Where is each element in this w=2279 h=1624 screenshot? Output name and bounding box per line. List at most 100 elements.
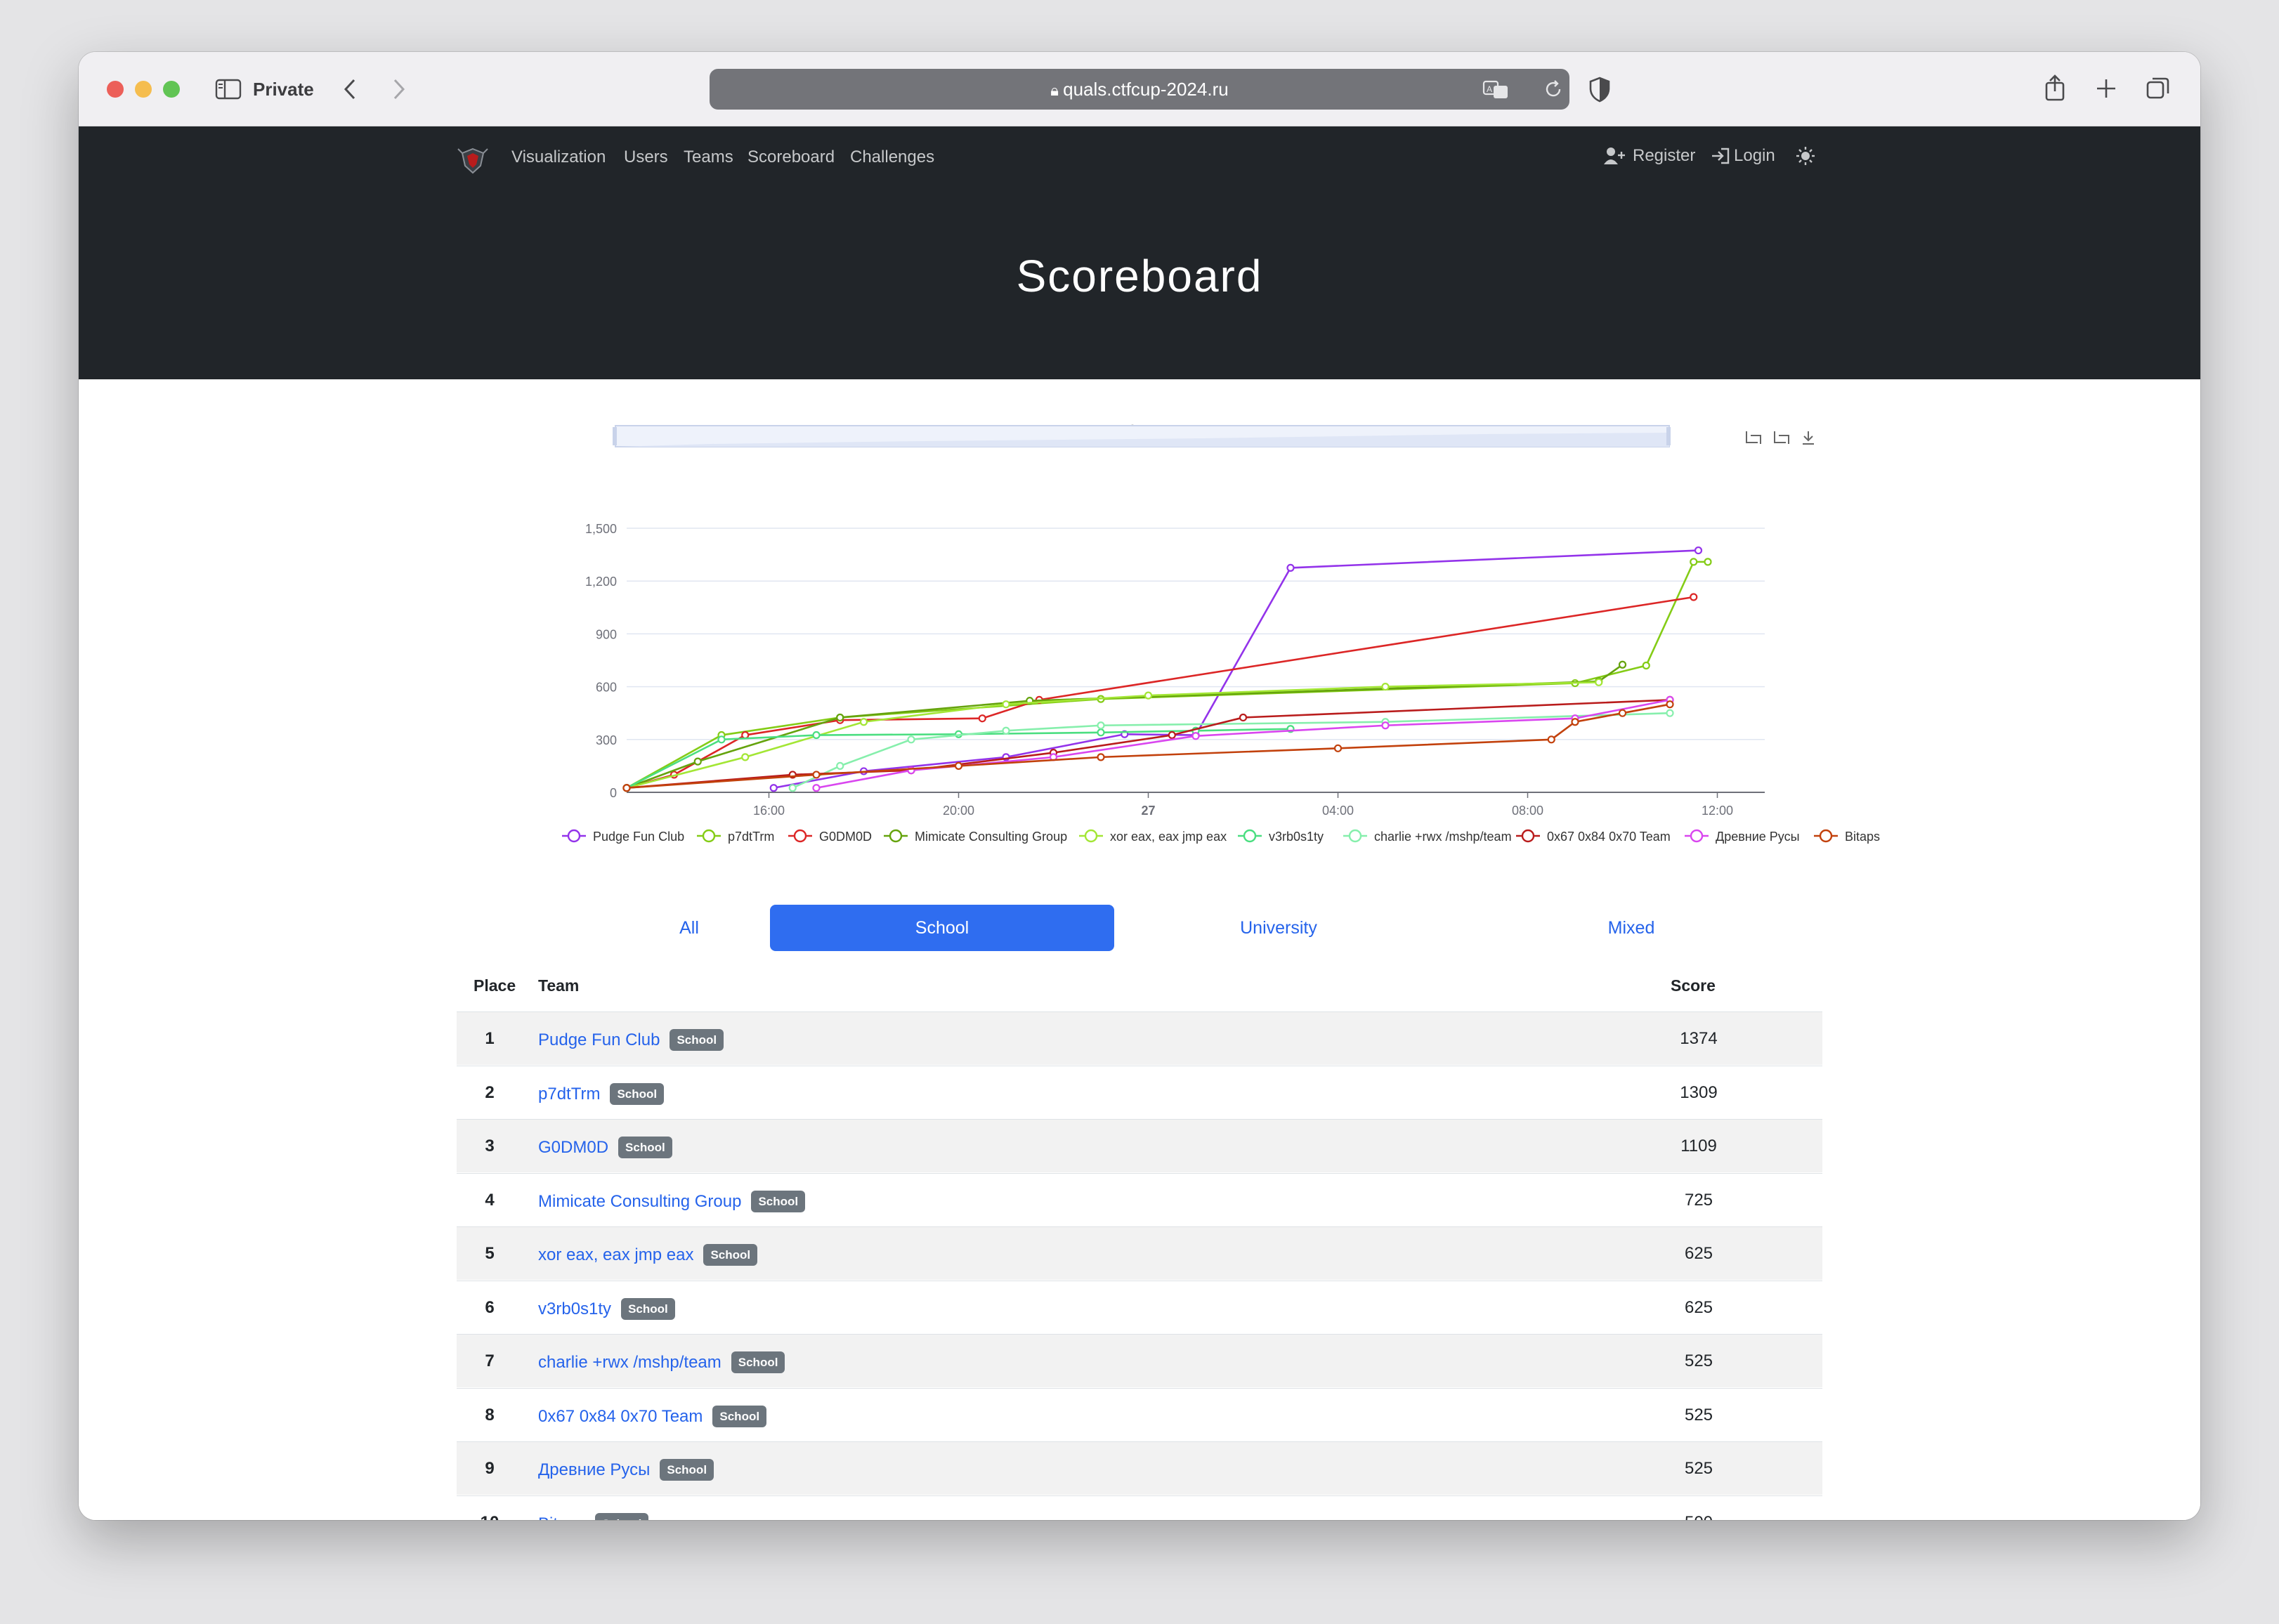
data-point[interactable] <box>1690 558 1698 566</box>
data-point[interactable] <box>1666 709 1674 717</box>
data-point[interactable] <box>954 761 963 771</box>
data-point[interactable] <box>741 753 750 761</box>
data-zoom-slider[interactable] <box>613 425 1671 447</box>
address-bar[interactable]: 🔒︎ quals.ctfcup-2024.ru A <box>710 69 1569 110</box>
legend-item[interactable]: v3rb0s1ty <box>1238 829 1324 844</box>
top-teams-chart: Top 10 Teams 03006009001,2001,500 16:002… <box>562 421 1880 844</box>
team-name[interactable]: p7dtTrm <box>538 1085 600 1104</box>
series-line[interactable] <box>622 593 1698 792</box>
data-point[interactable] <box>1286 563 1295 572</box>
close-window-button[interactable] <box>107 81 124 98</box>
tab-school[interactable]: School <box>770 905 1114 951</box>
tab-mixed[interactable]: Mixed <box>1554 905 1709 951</box>
team-link[interactable]: xor eax, eax jmp eax School <box>538 1244 758 1266</box>
data-point[interactable] <box>1618 660 1627 669</box>
data-point[interactable] <box>1704 558 1712 566</box>
data-point[interactable] <box>1642 661 1650 670</box>
team-name[interactable]: charlie +rwx /mshp/team <box>538 1353 721 1372</box>
data-point[interactable] <box>1002 700 1010 709</box>
data-point[interactable] <box>1666 700 1674 709</box>
team-name[interactable]: G0DM0D <box>538 1138 608 1157</box>
team-link[interactable]: v3rb0s1ty School <box>538 1297 675 1320</box>
data-point[interactable] <box>812 731 821 740</box>
team-link[interactable]: Mimicate Consulting Group School <box>538 1190 806 1212</box>
data-point[interactable] <box>717 735 726 744</box>
data-point[interactable] <box>1097 728 1105 737</box>
legend-item[interactable]: xor eax, eax jmp eax <box>1079 829 1227 844</box>
data-point[interactable] <box>1547 735 1555 744</box>
data-point[interactable] <box>1239 713 1248 722</box>
legend-item[interactable]: charlie +rwx /mshp/team <box>1343 829 1512 844</box>
data-point[interactable] <box>812 771 821 779</box>
team-name[interactable]: Mimicate Consulting Group <box>538 1192 741 1211</box>
data-point[interactable] <box>622 784 631 792</box>
team-name[interactable]: v3rb0s1ty <box>538 1299 611 1318</box>
team-link[interactable]: Pudge Fun Club School <box>538 1029 724 1051</box>
forward-icon[interactable] <box>388 77 409 101</box>
new-tab-icon[interactable] <box>2095 77 2117 100</box>
data-point[interactable] <box>788 784 797 792</box>
team-link[interactable]: p7dtTrm School <box>538 1082 665 1105</box>
data-point[interactable] <box>836 761 844 771</box>
row-place: 4 <box>485 1190 495 1210</box>
restore-zoom-icon[interactable] <box>1746 431 1761 444</box>
data-point[interactable] <box>1191 732 1200 740</box>
legend-item[interactable]: 0x67 0x84 0x70 Team <box>1516 829 1671 844</box>
data-point[interactable] <box>1333 744 1343 752</box>
legend-item[interactable]: G0DM0D <box>788 829 872 844</box>
data-point[interactable] <box>1097 753 1105 761</box>
team-name[interactable]: Древние Русы <box>538 1460 650 1479</box>
data-point[interactable] <box>1168 731 1176 740</box>
data-point[interactable] <box>978 714 986 723</box>
data-point[interactable] <box>907 735 915 744</box>
team-link[interactable]: 0x67 0x84 0x70 Team School <box>538 1405 767 1427</box>
zoom-reset-icon[interactable] <box>1774 431 1789 444</box>
translate-icon[interactable]: A <box>1482 79 1510 100</box>
data-point[interactable] <box>1381 721 1390 730</box>
legend-item[interactable]: Древние Русы <box>1685 829 1800 844</box>
minimize-window-button[interactable] <box>135 81 152 98</box>
team-name[interactable]: Bitaps <box>538 1514 585 1521</box>
data-point[interactable] <box>812 784 821 792</box>
series-line[interactable] <box>622 678 1603 792</box>
team-name[interactable]: xor eax, eax jmp eax <box>538 1245 693 1264</box>
team-link[interactable]: G0DM0D School <box>538 1137 672 1158</box>
data-point[interactable] <box>1571 718 1579 726</box>
team-link[interactable]: Древние Русы School <box>538 1459 714 1481</box>
team-name[interactable]: Pudge Fun Club <box>538 1030 660 1049</box>
share-icon[interactable] <box>2043 73 2067 103</box>
legend-item[interactable]: Mimicate Consulting Group <box>884 829 1067 844</box>
download-icon[interactable] <box>1803 431 1814 445</box>
sidebar-icon[interactable] <box>215 79 243 100</box>
data-point[interactable] <box>1694 546 1703 555</box>
legend-item[interactable]: Bitaps <box>1814 829 1880 844</box>
data-point[interactable] <box>1144 691 1153 700</box>
shield-icon[interactable] <box>1588 76 1612 103</box>
series-line[interactable] <box>788 709 1674 792</box>
data-point[interactable] <box>836 713 844 722</box>
zoom-window-button[interactable] <box>163 81 180 98</box>
tab-all[interactable]: All <box>613 905 766 951</box>
series-line[interactable] <box>622 660 1627 792</box>
data-point[interactable] <box>1595 678 1603 686</box>
legend-label: p7dtTrm <box>728 830 774 844</box>
data-point[interactable] <box>741 731 750 740</box>
data-point[interactable] <box>1618 709 1627 717</box>
team-link[interactable]: charlie +rwx /mshp/team School <box>538 1351 785 1373</box>
tab-overview-icon[interactable] <box>2146 76 2171 101</box>
legend-item[interactable]: Pudge Fun Club <box>562 829 684 844</box>
legend-item[interactable]: p7dtTrm <box>697 829 774 844</box>
data-point[interactable] <box>859 718 868 726</box>
team-name[interactable]: 0x67 0x84 0x70 Team <box>538 1407 703 1426</box>
series-line[interactable] <box>622 558 1712 792</box>
tab-university[interactable]: University <box>1194 905 1363 951</box>
data-point[interactable] <box>769 784 778 792</box>
reload-icon[interactable] <box>1543 79 1564 100</box>
data-point[interactable] <box>1381 682 1390 691</box>
data-point[interactable] <box>1002 726 1010 735</box>
data-point[interactable] <box>1690 593 1698 601</box>
data-point[interactable] <box>1097 721 1105 730</box>
data-point[interactable] <box>693 757 702 766</box>
team-link[interactable]: Bitaps School <box>538 1512 649 1521</box>
back-icon[interactable] <box>340 77 361 101</box>
